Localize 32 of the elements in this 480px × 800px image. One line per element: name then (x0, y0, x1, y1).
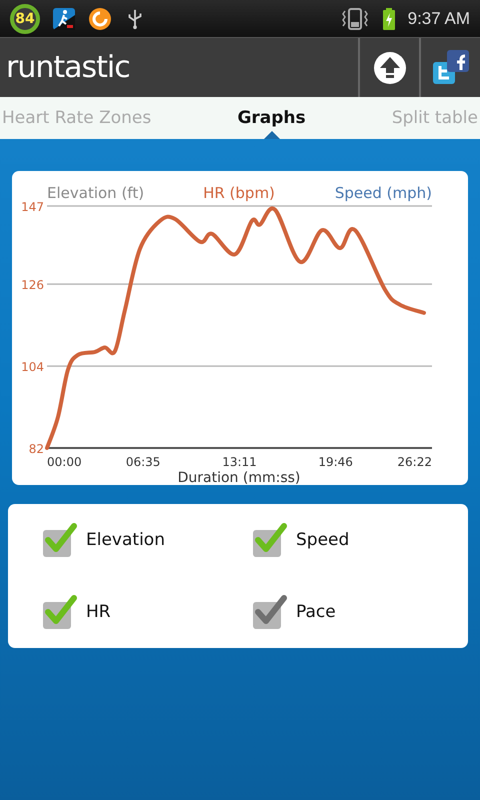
app-logo: runtastic (5, 50, 130, 85)
battery-level-badge: 84 (10, 4, 40, 34)
checkbox-label: Pace (296, 602, 336, 622)
battery-charging-icon (382, 6, 396, 30)
checkbox[interactable] (252, 522, 288, 558)
upload-icon (372, 50, 406, 84)
tab[interactable]: Graphs (235, 97, 308, 139)
checkbox[interactable] (42, 522, 78, 558)
runner-app-icon (52, 6, 76, 30)
y-axis-label: 126 (21, 278, 44, 292)
legend-label: Speed (mph) (334, 184, 432, 202)
x-axis-label: 06:35 (126, 455, 160, 469)
x-axis-label: 26:22 (397, 455, 432, 469)
checkbox-label: Speed (296, 530, 350, 550)
checkbox-label: Elevation (86, 530, 165, 550)
checkbox[interactable] (42, 594, 78, 630)
x-axis-label: 00:00 (47, 455, 82, 469)
tab[interactable]: Heart Rate Zones (0, 97, 154, 139)
y-axis-label: 104 (21, 360, 44, 374)
vibrate-icon (340, 6, 370, 30)
clock-time: 9:37 AM (408, 8, 470, 28)
checkbox-label: HR (86, 602, 111, 622)
tab[interactable]: Split table (390, 97, 480, 139)
ring-app-icon (88, 6, 112, 30)
x-axis-label: 13:11 (222, 455, 257, 469)
checkbox[interactable] (252, 594, 288, 630)
legend-label: HR (bpm) (203, 184, 275, 202)
legend-label: Elevation (ft) (47, 184, 144, 202)
y-axis-label: 147 (21, 200, 44, 214)
x-axis-label: 19:46 (318, 455, 353, 469)
y-axis-label: 82 (28, 442, 44, 456)
x-axis-title: Duration (mm:ss) (178, 470, 300, 485)
